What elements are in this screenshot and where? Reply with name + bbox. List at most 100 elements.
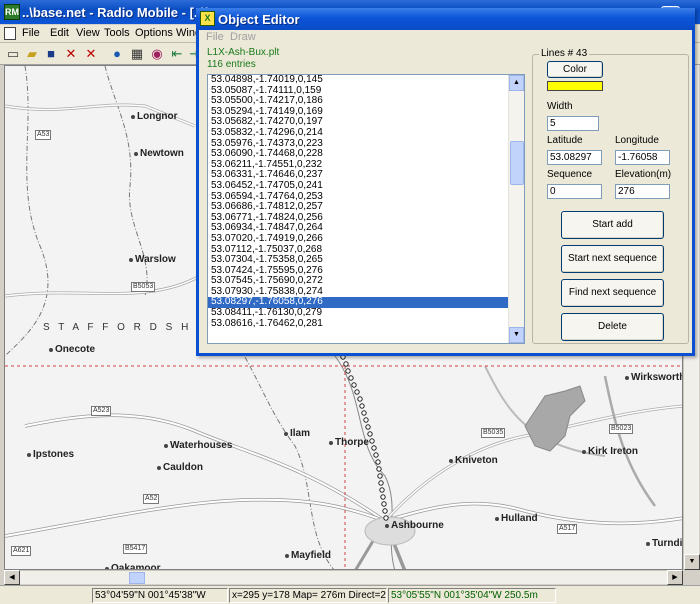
editor-entry-count: 116 entries <box>207 59 256 70</box>
town-label: Ipstones <box>33 449 75 460</box>
town-label: Oakamoor <box>111 563 161 570</box>
delete-button[interactable]: Delete <box>561 313 664 341</box>
town-label: Warslow <box>135 254 176 265</box>
editor-title: Object Editor <box>218 12 300 27</box>
antenna-icon[interactable]: ✕ <box>82 45 100 63</box>
line-color-swatch <box>547 81 603 91</box>
town-dot <box>129 258 133 262</box>
road-label-a517: A517 <box>557 524 578 534</box>
save-icon[interactable]: ■ <box>42 45 60 63</box>
elevation-field[interactable]: 276 <box>615 184 670 199</box>
start-next-sequence-button[interactable]: Start next sequence <box>561 245 664 273</box>
town-dot <box>449 459 453 463</box>
list-scroll-down-icon[interactable]: ▼ <box>509 327 524 343</box>
scroll-down-icon[interactable]: ▼ <box>684 554 700 570</box>
target-icon[interactable]: ◉ <box>148 45 166 63</box>
town-dot <box>284 432 288 436</box>
width-field[interactable]: 5 <box>547 116 599 131</box>
latitude-label: Latitude <box>547 135 583 146</box>
town-dot <box>285 554 289 558</box>
town-dot <box>646 542 650 546</box>
elevation-label: Elevation(m) <box>615 169 672 180</box>
town-dot <box>625 376 629 380</box>
color-button[interactable]: Color <box>547 61 603 78</box>
town-dot <box>157 466 161 470</box>
points-list-scrollbar[interactable]: ▲ ▼ <box>508 75 524 343</box>
town-dot <box>329 441 333 445</box>
status-target-coordinates: 53°05'55"N 001°35'04"W 250.5m <box>388 588 556 603</box>
list-item[interactable]: 53.07020,-1.74919,0,266 <box>208 233 524 245</box>
points-listbox[interactable]: 53.04898,-1.74019,0,145 53.05087,-1.74111… <box>207 74 525 344</box>
latitude-field[interactable]: 53.08297 <box>547 150 602 165</box>
town-dot <box>582 450 586 454</box>
editor-menu-draw[interactable]: Draw <box>230 31 256 43</box>
editor-app-icon: X <box>200 11 215 26</box>
road-label-b5035: B5035 <box>481 428 506 438</box>
list-item[interactable]: 53.04898,-1.74019,0,145 <box>208 75 524 86</box>
list-item[interactable]: 53.08616,-1.76462,0,281 <box>208 318 524 330</box>
road-label-a523: A523 <box>91 406 112 416</box>
list-item[interactable]: 53.06452,-1.74705,0,241 <box>208 180 524 192</box>
county-label: S T A F F O R D S H I R <box>43 322 219 333</box>
status-coordinates: 53°04'59"N 001°45'38"W <box>92 588 228 603</box>
town-dot <box>495 517 499 521</box>
town-label: Wirksworth <box>631 372 683 383</box>
menu-file[interactable]: File <box>22 27 40 39</box>
width-label: Width <box>547 101 573 112</box>
road-label-a53: A53 <box>35 130 52 140</box>
lines-groupbox: Lines # 43 Color Width 5 Latitude 53.082… <box>532 48 689 344</box>
radio-mobile-app-icon: RM <box>4 4 20 20</box>
sequence-field[interactable]: 0 <box>547 184 602 199</box>
road-label-b5053: B5053 <box>131 282 156 292</box>
map-hscroll-thumb[interactable] <box>129 572 145 584</box>
open-folder-icon[interactable]: ▰ <box>23 45 41 63</box>
menu-view[interactable]: View <box>76 27 100 39</box>
main-window-title: ..\base.net - Radio Mobile - [..\ba <box>22 5 220 20</box>
network-icon[interactable]: ✕ <box>62 45 80 63</box>
grid-icon[interactable]: ▦ <box>128 45 146 63</box>
town-dot <box>49 348 53 352</box>
list-scroll-thumb[interactable] <box>510 141 524 185</box>
editor-title-bar[interactable]: X Object Editor <box>196 8 695 30</box>
town-label: Newtown <box>140 148 184 159</box>
lines-group-label: Lines # 43 <box>539 48 590 59</box>
town-label: Kniveton <box>455 455 498 466</box>
longitude-field[interactable]: -1.76058 <box>615 150 670 165</box>
town-label: Mayfield <box>291 550 332 561</box>
town-dot <box>164 444 168 448</box>
town-dot <box>131 115 135 119</box>
menu-edit[interactable]: Edit <box>50 27 69 39</box>
status-info: x=295 y=178 Map= 276m Direct=277.14m SF <box>229 588 387 603</box>
scroll-right-icon[interactable]: ▶ <box>667 570 683 585</box>
town-label: Onecote <box>55 344 96 355</box>
road-label-b5417: B5417 <box>123 544 148 554</box>
editor-menu-file[interactable]: File <box>206 31 224 43</box>
menu-options[interactable]: Options <box>135 27 173 39</box>
road-label-a621: A621 <box>11 546 32 556</box>
town-label: Ilam <box>290 428 311 439</box>
town-label: Waterhouses <box>170 440 233 451</box>
editor-file-name: L1X-Ash-Bux.plt <box>207 47 280 58</box>
list-item[interactable]: 53.05832,-1.74296,0,214 <box>208 127 524 139</box>
menu-tools[interactable]: Tools <box>104 27 130 39</box>
scroll-left-icon[interactable]: ◀ <box>4 570 20 585</box>
globe-icon[interactable]: ● <box>108 45 126 63</box>
mdi-doc-icon[interactable] <box>4 27 16 40</box>
town-label: Hulland <box>501 513 538 524</box>
new-doc-icon[interactable]: ▭ <box>4 45 22 63</box>
map-horizontal-scrollbar[interactable]: ◀ ▶ <box>4 570 683 585</box>
arrow-left-icon[interactable]: ⇤ <box>168 45 186 63</box>
status-bar: 53°04'59"N 001°45'38"W x=295 y=178 Map= … <box>0 585 700 604</box>
sequence-label: Sequence <box>547 169 593 180</box>
town-dot <box>385 524 389 528</box>
start-add-button[interactable]: Start add <box>561 211 664 239</box>
longitude-label: Longitude <box>615 135 659 146</box>
town-label: Thorpe <box>335 437 369 448</box>
town-label: Turndit <box>652 538 683 549</box>
editor-menubar: File Draw <box>202 30 692 46</box>
town-label: Cauldon <box>163 462 203 473</box>
find-next-sequence-button[interactable]: Find next sequence <box>561 279 664 307</box>
town-dot <box>27 453 31 457</box>
list-scroll-up-icon[interactable]: ▲ <box>509 75 524 91</box>
road-label-b5023: B5023 <box>609 424 634 434</box>
